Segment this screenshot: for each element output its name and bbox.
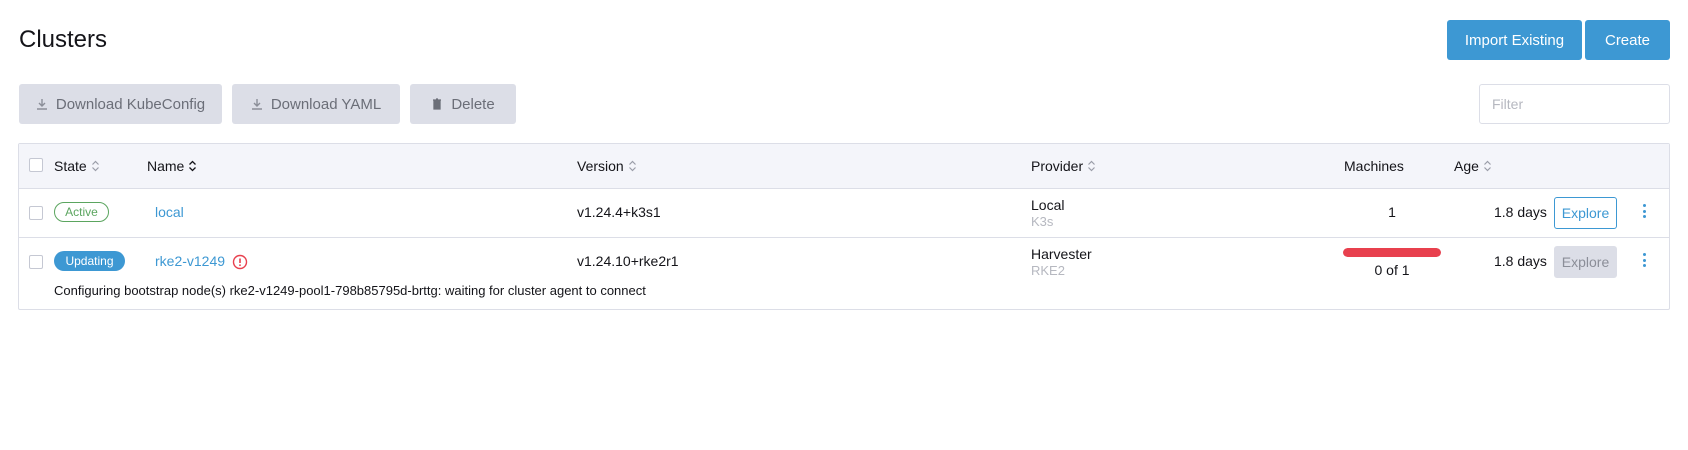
header-name-label: Name <box>147 158 185 174</box>
sort-icon <box>1483 160 1491 172</box>
explore-button[interactable]: Explore <box>1554 197 1617 229</box>
status-badge: Active <box>54 202 109 222</box>
cluster-status-message: Configuring bootstrap node(s) rke2-v1249… <box>54 283 646 298</box>
download-yaml-button[interactable]: Download YAML <box>232 84 400 124</box>
machines-progress-fill <box>1343 248 1441 257</box>
sort-icon <box>1088 160 1096 172</box>
delete-label: Delete <box>451 95 495 113</box>
sort-icon <box>189 160 197 172</box>
cluster-version: v1.24.10+rke2r1 <box>577 253 679 269</box>
header-name[interactable]: Name <box>147 158 197 174</box>
trash-icon <box>433 98 442 110</box>
header-provider[interactable]: Provider <box>1031 158 1096 174</box>
download-yaml-label: Download YAML <box>270 95 382 113</box>
create-button[interactable]: Create <box>1585 20 1670 60</box>
table-row: Updating rke2-v1249 v1.24.10+rke2r1 Harv… <box>19 238 1669 311</box>
filter-input[interactable] <box>1479 84 1670 124</box>
explore-button[interactable]: Explore <box>1554 246 1617 278</box>
cluster-age: 1.8 days <box>1494 253 1547 269</box>
select-all-checkbox[interactable] <box>29 158 43 172</box>
page-title: Clusters <box>19 26 108 53</box>
provider-name: Harvester <box>1031 246 1092 262</box>
table-row: Active local v1.24.4+k3s1 Local K3s 1 1.… <box>19 189 1669 238</box>
header-age-label: Age <box>1454 158 1479 174</box>
delete-button[interactable]: Delete <box>410 84 516 124</box>
sort-icon <box>91 160 99 172</box>
table-header: State Name Version Provider Machines Age <box>19 144 1669 189</box>
row-actions-menu-icon[interactable] <box>1639 201 1649 221</box>
sort-icon <box>628 160 636 172</box>
header-machines-label: Machines <box>1344 158 1404 174</box>
provider-distro: K3s <box>1031 214 1054 229</box>
cluster-name-link[interactable]: local <box>155 204 184 220</box>
header-state[interactable]: State <box>54 158 100 174</box>
machines-count: 1 <box>1388 204 1396 220</box>
clusters-table: State Name Version Provider Machines Age… <box>18 143 1670 310</box>
download-icon <box>251 99 262 110</box>
header-provider-label: Provider <box>1031 158 1084 174</box>
header-version-label: Version <box>577 158 624 174</box>
download-kubeconfig-button[interactable]: Download KubeConfig <box>19 84 222 124</box>
row-actions-menu-icon[interactable] <box>1639 250 1649 270</box>
row-checkbox[interactable] <box>29 206 43 220</box>
cluster-version: v1.24.4+k3s1 <box>577 204 661 220</box>
download-icon <box>36 99 47 110</box>
row-checkbox[interactable] <box>29 255 43 269</box>
header-machines: Machines <box>1344 158 1404 174</box>
header-version[interactable]: Version <box>577 158 637 174</box>
header-state-label: State <box>54 158 87 174</box>
error-icon <box>232 254 248 270</box>
machines-progress-bar <box>1343 248 1441 257</box>
status-badge: Updating <box>54 251 125 271</box>
cluster-age: 1.8 days <box>1494 204 1547 220</box>
machines-count: 0 of 1 <box>1374 262 1410 278</box>
cluster-name-link[interactable]: rke2-v1249 <box>155 253 225 269</box>
download-kubeconfig-label: Download KubeConfig <box>55 95 206 113</box>
header-age[interactable]: Age <box>1454 158 1492 174</box>
import-existing-button[interactable]: Import Existing <box>1447 20 1582 60</box>
provider-distro: RKE2 <box>1031 263 1065 278</box>
provider-name: Local <box>1031 197 1065 213</box>
